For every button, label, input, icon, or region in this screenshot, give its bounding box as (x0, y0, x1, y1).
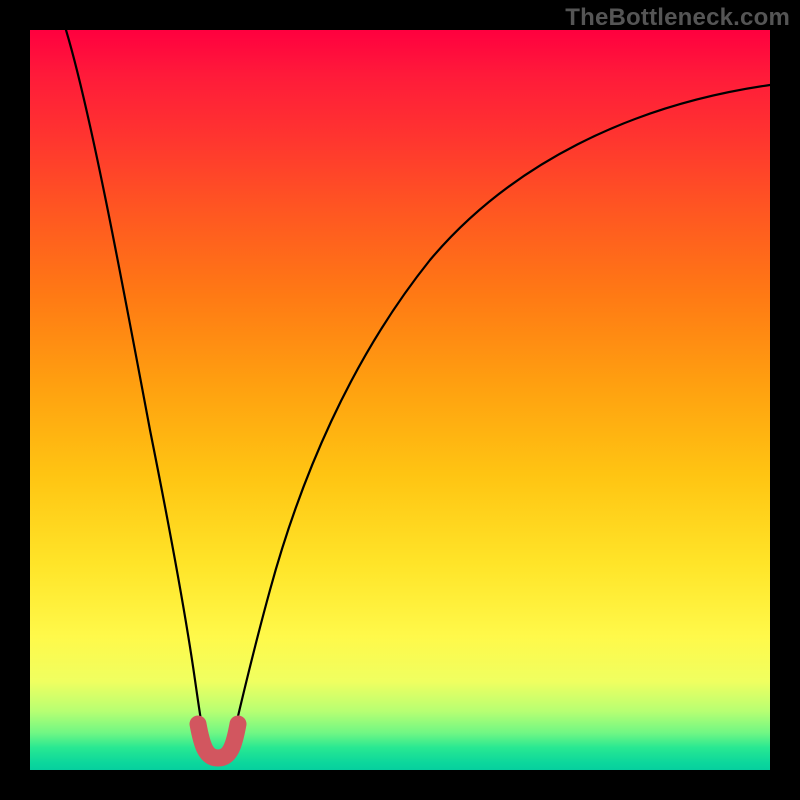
bottleneck-curve-right (230, 85, 770, 750)
plot-area (30, 30, 770, 770)
chart-frame: TheBottleneck.com (0, 0, 800, 800)
bottleneck-curve-left (66, 30, 206, 750)
zero-bottleneck-highlight (198, 724, 238, 758)
curve-layer (30, 30, 770, 770)
watermark-text: TheBottleneck.com (565, 4, 790, 32)
